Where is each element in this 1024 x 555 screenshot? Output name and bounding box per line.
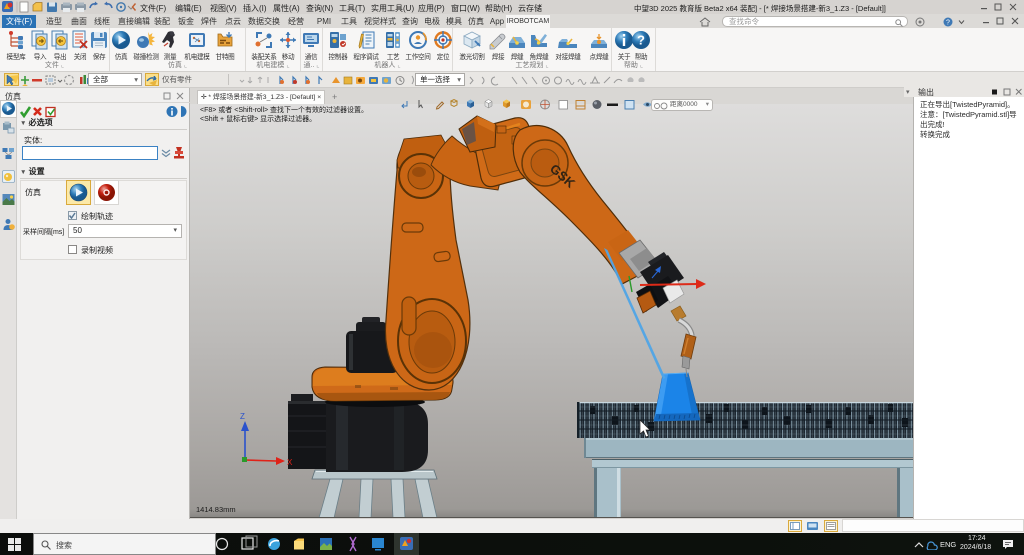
svg-text:Z: Z (240, 412, 245, 421)
svg-text:?: ? (637, 33, 645, 48)
svg-text:X: X (287, 458, 293, 467)
svg-text:?: ? (946, 19, 950, 26)
